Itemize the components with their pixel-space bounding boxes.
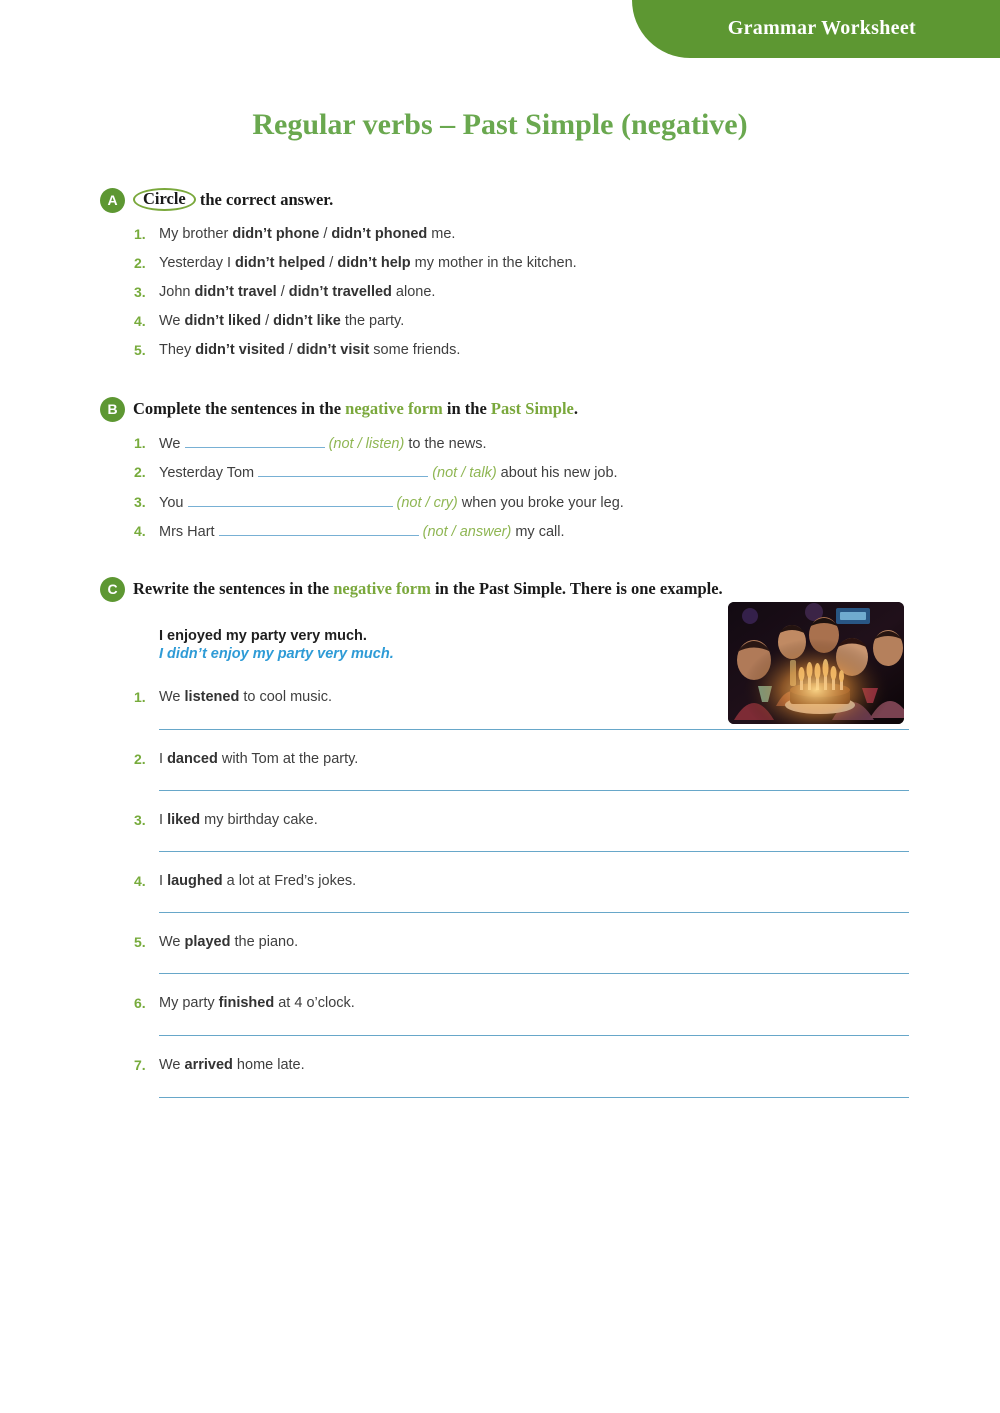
verb: finished: [218, 995, 275, 1011]
fill-blank[interactable]: [218, 521, 419, 536]
option-2[interactable]: didn’t phoned: [331, 226, 427, 242]
item-number: 4.: [134, 313, 146, 329]
verb: liked: [167, 812, 201, 828]
option-1[interactable]: didn’t liked: [185, 313, 262, 329]
item-number: 2.: [134, 255, 146, 271]
section-c-text-2: in the Past Simple. There is one example…: [430, 579, 723, 598]
item-text: We arrived home late.: [159, 1057, 305, 1073]
item-number: 2.: [134, 751, 146, 767]
item-number: 1.: [134, 689, 146, 705]
verb: listened: [184, 689, 240, 705]
item-text: We (not / listen) to the news.: [159, 433, 959, 454]
item-text: I danced with Tom at the party.: [159, 751, 359, 767]
item-text: Yesterday Tom (not / talk) about his new…: [159, 462, 959, 483]
section-a-badge: A: [100, 188, 125, 213]
item-number: 3.: [134, 494, 146, 510]
fill-blank[interactable]: [187, 492, 393, 507]
item-text: I laughed a lot at Fred’s jokes.: [159, 873, 357, 889]
section-a-instruction: A Circle the correct answer.: [0, 188, 1000, 214]
option-1[interactable]: didn’t phone: [232, 226, 319, 242]
section-c: C Rewrite the sentences in the negative …: [0, 577, 1000, 603]
section-c-highlight-1: negative form: [333, 579, 431, 598]
item-text: Yesterday I didn’t helped / didn’t help …: [159, 255, 577, 271]
example-question: I enjoyed my party very much.: [159, 628, 367, 644]
answer-line[interactable]: [159, 973, 909, 974]
item-number: 2.: [134, 464, 146, 480]
verb-hint: (not / talk): [432, 465, 497, 481]
verb-hint: (not / cry): [396, 495, 458, 511]
section-a: A Circle the correct answer.: [0, 188, 1000, 214]
answer-line[interactable]: [159, 790, 909, 791]
fill-blank[interactable]: [258, 462, 429, 477]
section-b-highlight-1: negative form: [345, 399, 443, 418]
option-2[interactable]: didn’t travelled: [289, 284, 392, 300]
section-a-instruction-rest: the correct answer.: [199, 190, 334, 209]
section-b: B Complete the sentences in the negative…: [0, 397, 1000, 423]
item-number: 3.: [134, 812, 146, 828]
item-number: 7.: [134, 1057, 146, 1073]
page-title: Regular verbs – Past Simple (negative): [252, 108, 748, 141]
verb: laughed: [167, 873, 223, 889]
answer-line[interactable]: [159, 851, 909, 852]
item-text: We didn’t liked / didn’t like the party.: [159, 313, 405, 329]
item-text: My party finished at 4 o’clock.: [159, 995, 355, 1011]
item-text: We listened to cool music.: [159, 689, 332, 705]
verb-hint: (not / answer): [422, 524, 512, 540]
item-text: John didn’t travel / didn’t travelled al…: [159, 284, 436, 300]
circle-word: Circle: [133, 188, 196, 211]
worked-example: I enjoyed my party very much. I didn’t e…: [159, 627, 394, 663]
verb: arrived: [184, 1057, 233, 1073]
verb-hint: (not / listen): [328, 436, 405, 452]
option-2[interactable]: didn’t like: [273, 313, 341, 329]
item-text: I liked my birthday cake.: [159, 812, 318, 828]
section-c-instruction: C Rewrite the sentences in the negative …: [0, 577, 1000, 603]
item-number: 3.: [134, 284, 146, 300]
answer-line[interactable]: [159, 912, 909, 913]
header-banner: Grammar Worksheet: [632, 0, 1000, 58]
section-b-badge: B: [100, 397, 125, 422]
example-answer: I didn’t enjoy my party very much.: [159, 646, 394, 662]
section-b-text-3: .: [573, 399, 578, 418]
verb: danced: [167, 751, 218, 767]
answer-line[interactable]: [159, 1035, 909, 1036]
item-text: My brother didn’t phone / didn’t phoned …: [159, 226, 456, 242]
answer-line[interactable]: [159, 1097, 909, 1098]
option-2[interactable]: didn’t visit: [297, 342, 370, 358]
item-text: You (not / cry) when you broke your leg.: [159, 492, 959, 513]
item-number: 6.: [134, 995, 146, 1011]
option-1[interactable]: didn’t visited: [195, 342, 284, 358]
option-2[interactable]: didn’t help: [337, 255, 410, 271]
item-number: 4.: [134, 523, 146, 539]
item-text: We played the piano.: [159, 934, 299, 950]
section-b-text-2: in the: [442, 399, 491, 418]
item-number: 1.: [134, 435, 146, 451]
item-text: They didn’t visited / didn’t visit some …: [159, 342, 461, 358]
item-number: 5.: [134, 934, 146, 950]
item-number: 1.: [134, 226, 146, 242]
section-c-text-1: Rewrite the sentences in the: [133, 579, 334, 598]
section-b-highlight-2: Past Simple: [490, 399, 574, 418]
section-c-badge: C: [100, 577, 125, 602]
verb: played: [184, 934, 231, 950]
option-1[interactable]: didn’t helped: [235, 255, 325, 271]
item-text: Mrs Hart (not / answer) my call.: [159, 521, 959, 542]
item-number: 4.: [134, 873, 146, 889]
section-b-text-1: Complete the sentences in the: [133, 399, 346, 418]
banner-title: Grammar Worksheet: [727, 17, 916, 39]
option-1[interactable]: didn’t travel: [194, 284, 276, 300]
item-number: 5.: [134, 342, 146, 358]
section-b-instruction: B Complete the sentences in the negative…: [0, 397, 1000, 423]
fill-blank[interactable]: [184, 433, 325, 448]
answer-line[interactable]: [159, 729, 909, 730]
